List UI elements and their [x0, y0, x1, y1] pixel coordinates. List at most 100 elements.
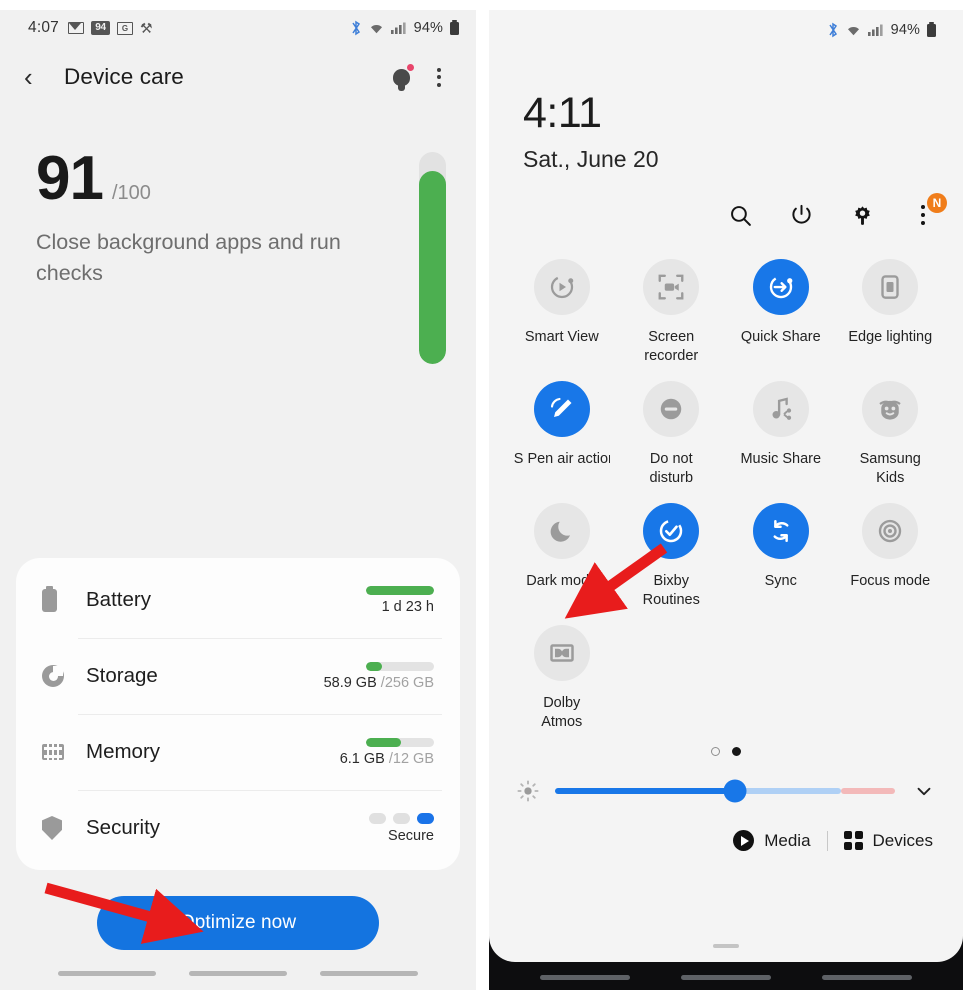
signal-icon [867, 24, 883, 36]
care-row-label: Storage [86, 664, 158, 687]
chevron-down-icon[interactable] [911, 778, 937, 804]
device-care-header: ‹ Device care [0, 46, 476, 108]
page-dot[interactable] [711, 747, 720, 756]
slider-fill [555, 788, 736, 794]
battery-icon [42, 585, 76, 612]
tile-dolby-atmos[interactable]: Dolby Atmos [507, 621, 617, 741]
battery-status-icon [927, 22, 936, 37]
tile-quick-share[interactable]: Quick Share [726, 255, 836, 375]
tile-empty [726, 621, 836, 741]
back-button[interactable]: ‹ [24, 64, 52, 90]
tile-bixby-routines[interactable]: Bixby Routines [617, 499, 727, 619]
tile-edge-lighting[interactable]: Edge lighting [836, 255, 946, 375]
care-row-battery[interactable]: Battery 1 d 23 h [16, 562, 460, 638]
right-status-bar: 94% [489, 10, 963, 50]
memory-bar [366, 737, 434, 747]
media-button[interactable]: Media [733, 830, 811, 851]
care-row-sub: 1 d 23 h [382, 599, 434, 615]
care-row-storage[interactable]: Storage 58.9 GB /256 GB [16, 638, 460, 714]
play-icon [733, 830, 755, 851]
home-nav[interactable] [680, 975, 771, 980]
tile-samsung-kids[interactable]: Samsung Kids [836, 377, 946, 497]
search-icon[interactable] [726, 201, 754, 229]
care-row-sub: 58.9 GB /256 GB [324, 675, 434, 691]
optimize-now-button[interactable]: Optimize now [97, 896, 379, 950]
media-label: Media [764, 830, 811, 850]
left-status-bar: 4:07 94 G ⚒ 94% [0, 10, 476, 46]
battery-status-icon [450, 20, 459, 35]
tile-smart-view[interactable]: Smart View [507, 255, 617, 375]
slider-knob[interactable] [723, 779, 747, 803]
recents-nav[interactable] [58, 971, 157, 976]
tile-label: Bixby Routines [642, 573, 700, 608]
quick-settings-actions: N [489, 173, 963, 229]
bixby-routines-icon [643, 503, 700, 559]
care-row-security[interactable]: Security Secure [16, 790, 460, 866]
score-row: 91 /100 [36, 148, 446, 210]
back-nav[interactable] [319, 971, 418, 976]
status-badge: N [927, 193, 947, 213]
battery-bar [366, 585, 434, 595]
edge-lighting-icon [862, 259, 919, 315]
device-care-list-card: Battery 1 d 23 h Storage 58.9 GB /256 GB [16, 558, 460, 870]
status-system-icons: 94% [827, 22, 937, 38]
devices-button[interactable]: Devices [843, 830, 933, 851]
samsung-kids-icon [862, 381, 919, 437]
bluetooth-icon [829, 22, 837, 38]
slider-track-mid [735, 788, 841, 794]
care-row-memory[interactable]: Memory 6.1 GB /12 GB [16, 714, 460, 790]
home-nav[interactable] [188, 971, 287, 976]
battery-percent-label: 94% [890, 22, 920, 38]
optimize-button-wrap: Optimize now [0, 896, 476, 950]
tile-empty [617, 621, 727, 741]
left-nav-bar [0, 971, 476, 976]
score-description: Close background apps and run checks [36, 229, 341, 286]
kebab-dot [920, 220, 926, 226]
tile-label: Dolby Atmos [541, 695, 583, 730]
brightness-row [489, 756, 963, 804]
contacts-icon: G [116, 21, 133, 35]
devices-label: Devices [872, 830, 933, 850]
battery-percent-label: 94% [413, 20, 443, 36]
care-sub-primary: 1 d 23 h [381, 598, 434, 615]
device-care-screen: 4:07 94 G ⚒ 94% ‹ Device care 91 /100 Cl… [0, 10, 476, 990]
security-dot [393, 812, 410, 824]
memory-chip-icon [42, 744, 76, 760]
care-row-sub: 6.1 GB /12 GB [340, 751, 434, 767]
tile-sync[interactable]: Sync [726, 499, 836, 619]
page-dot-active[interactable] [732, 747, 741, 756]
do-not-disturb-icon [643, 381, 700, 437]
tile-label: Sync [764, 573, 797, 589]
care-row-label: Memory [86, 740, 161, 763]
tips-bulb-icon[interactable] [386, 62, 416, 92]
kebab-dot [920, 204, 926, 210]
tile-label: Do not disturb [649, 451, 694, 486]
gear-icon[interactable] [848, 201, 876, 229]
storage-bar [366, 661, 434, 671]
overflow-menu-icon[interactable] [424, 62, 454, 92]
signal-icon [390, 22, 406, 34]
recents-nav[interactable] [540, 975, 631, 980]
brightness-slider[interactable] [555, 779, 895, 803]
kebab-dot [920, 212, 926, 218]
score-gauge-fill [419, 171, 446, 364]
wifi-icon [370, 25, 382, 34]
tile-screen-recorder[interactable]: Screen recorder [617, 255, 727, 375]
overflow-menu-icon[interactable]: N [909, 193, 947, 229]
back-nav[interactable] [821, 975, 912, 980]
care-sub-primary: 6.1 GB [339, 750, 385, 767]
screen-recorder-icon [643, 259, 700, 315]
power-icon[interactable] [787, 201, 815, 229]
slider-track-high [840, 788, 895, 794]
security-dot-active [417, 812, 434, 824]
score-max: /100 [111, 182, 151, 204]
tile-focus-mode[interactable]: Focus mode [836, 499, 946, 619]
tile-s-pen-air-actions[interactable]: S Pen air actions [507, 377, 617, 497]
app-icon: ⚒ [139, 20, 153, 36]
tile-do-not-disturb[interactable]: Do not disturb [617, 377, 727, 497]
sheet-drag-handle[interactable] [713, 944, 739, 948]
focus-mode-icon [862, 503, 919, 559]
screenshot-stage: 4:07 94 G ⚒ 94% ‹ Device care 91 /100 Cl… [0, 0, 973, 999]
tile-dark-mode[interactable]: Dark mode [507, 499, 617, 619]
tile-music-share[interactable]: Music Share [726, 377, 836, 497]
